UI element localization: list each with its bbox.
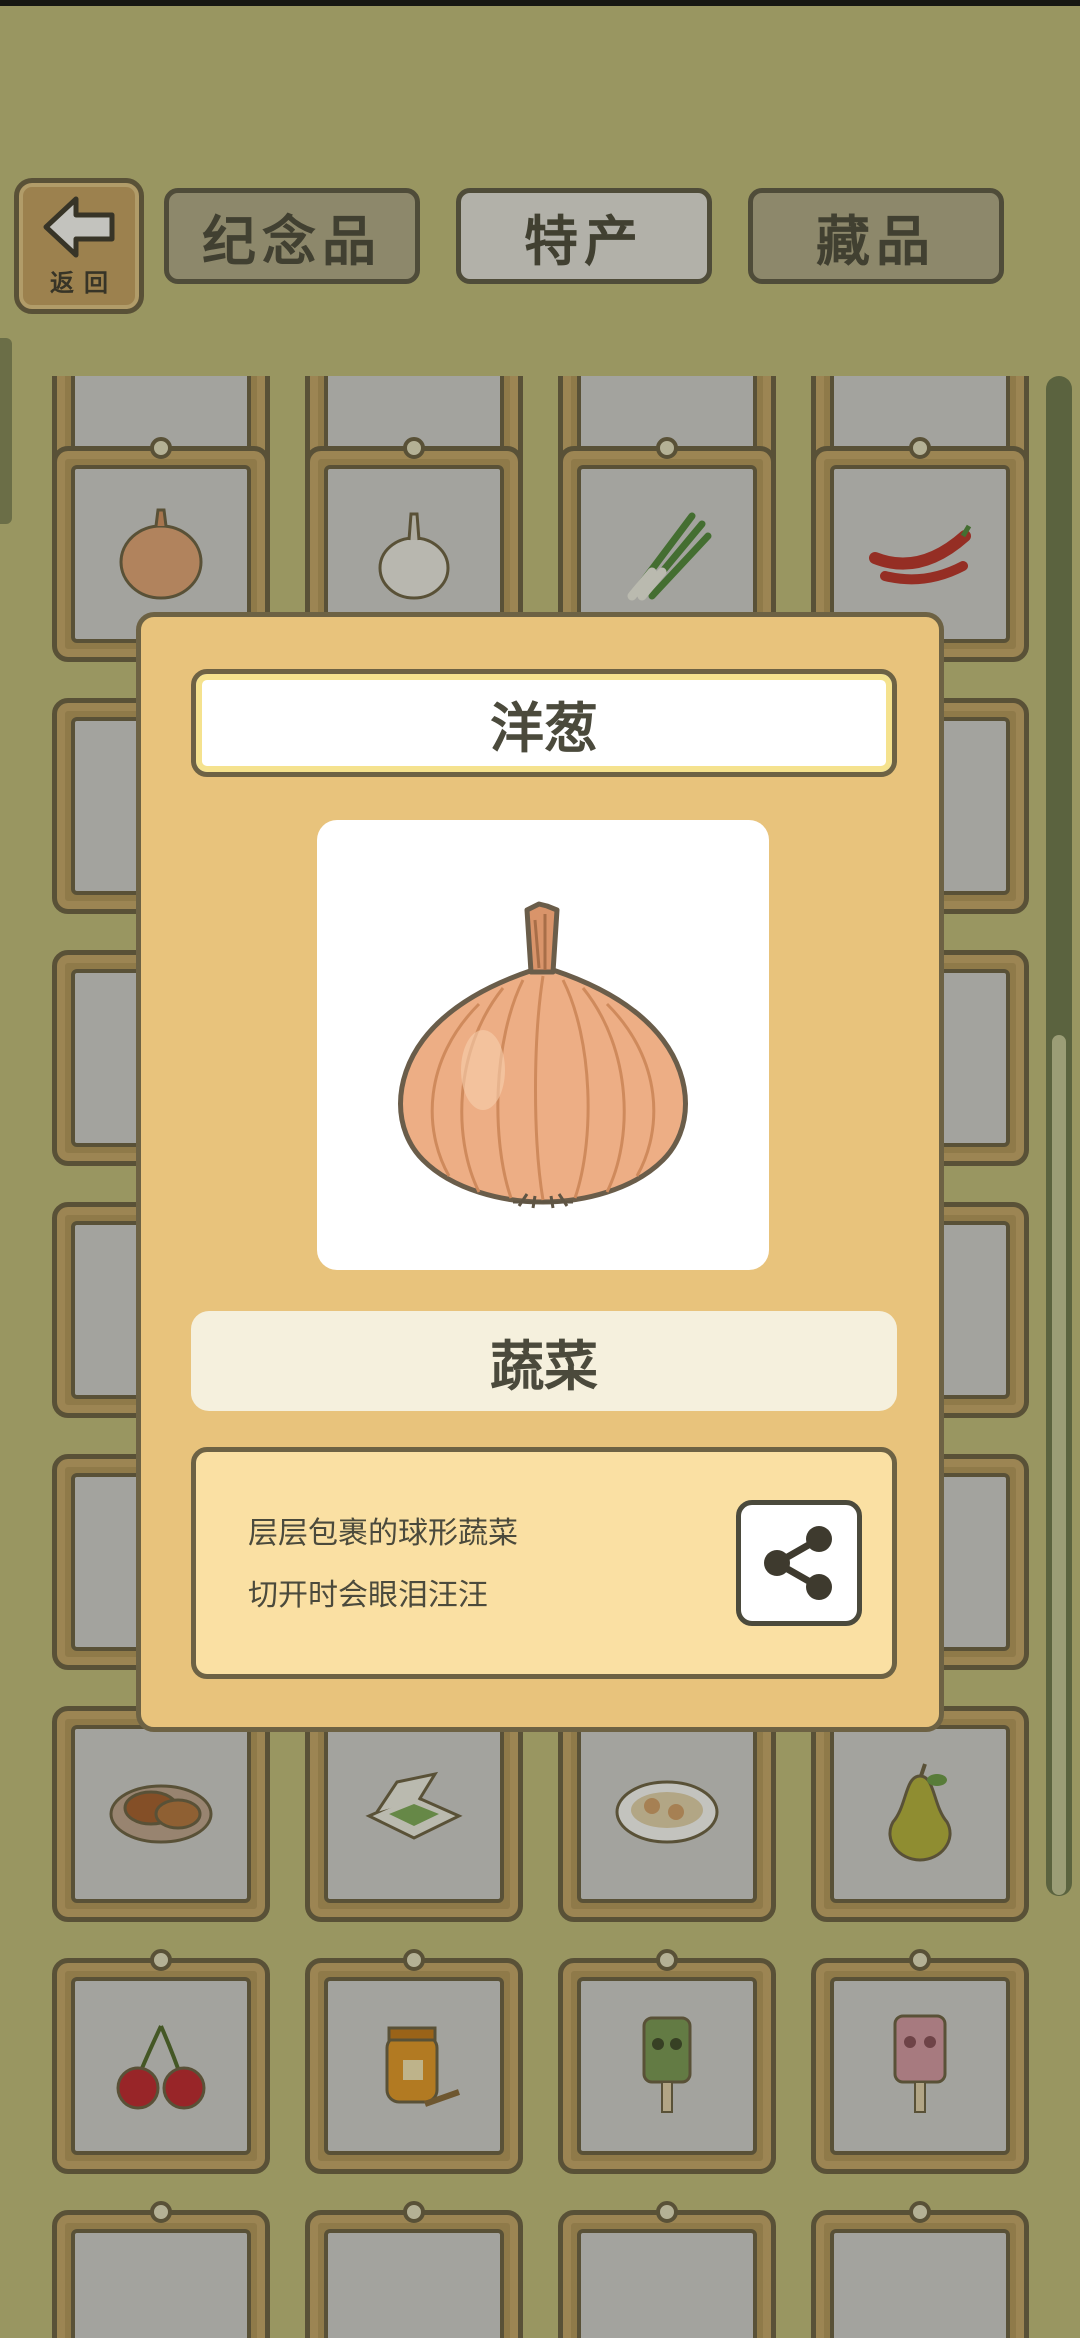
- item-name: 洋葱: [191, 669, 897, 777]
- share-icon: [764, 1526, 832, 1600]
- onion-icon: [398, 901, 688, 1209]
- item-detail-modal: 洋葱 蔬菜 层层包裹的球形蔬菜 切开时会眼泪汪汪: [136, 612, 944, 1732]
- item-category: 蔬菜: [191, 1311, 897, 1411]
- share-button[interactable]: [736, 1500, 862, 1626]
- description-line: 层层包裹的球形蔬菜: [248, 1516, 518, 1551]
- item-description: 层层包裹的球形蔬菜 切开时会眼泪汪汪: [191, 1447, 897, 1679]
- item-image: [317, 820, 769, 1270]
- description-line: 切开时会眼泪汪汪: [248, 1578, 488, 1613]
